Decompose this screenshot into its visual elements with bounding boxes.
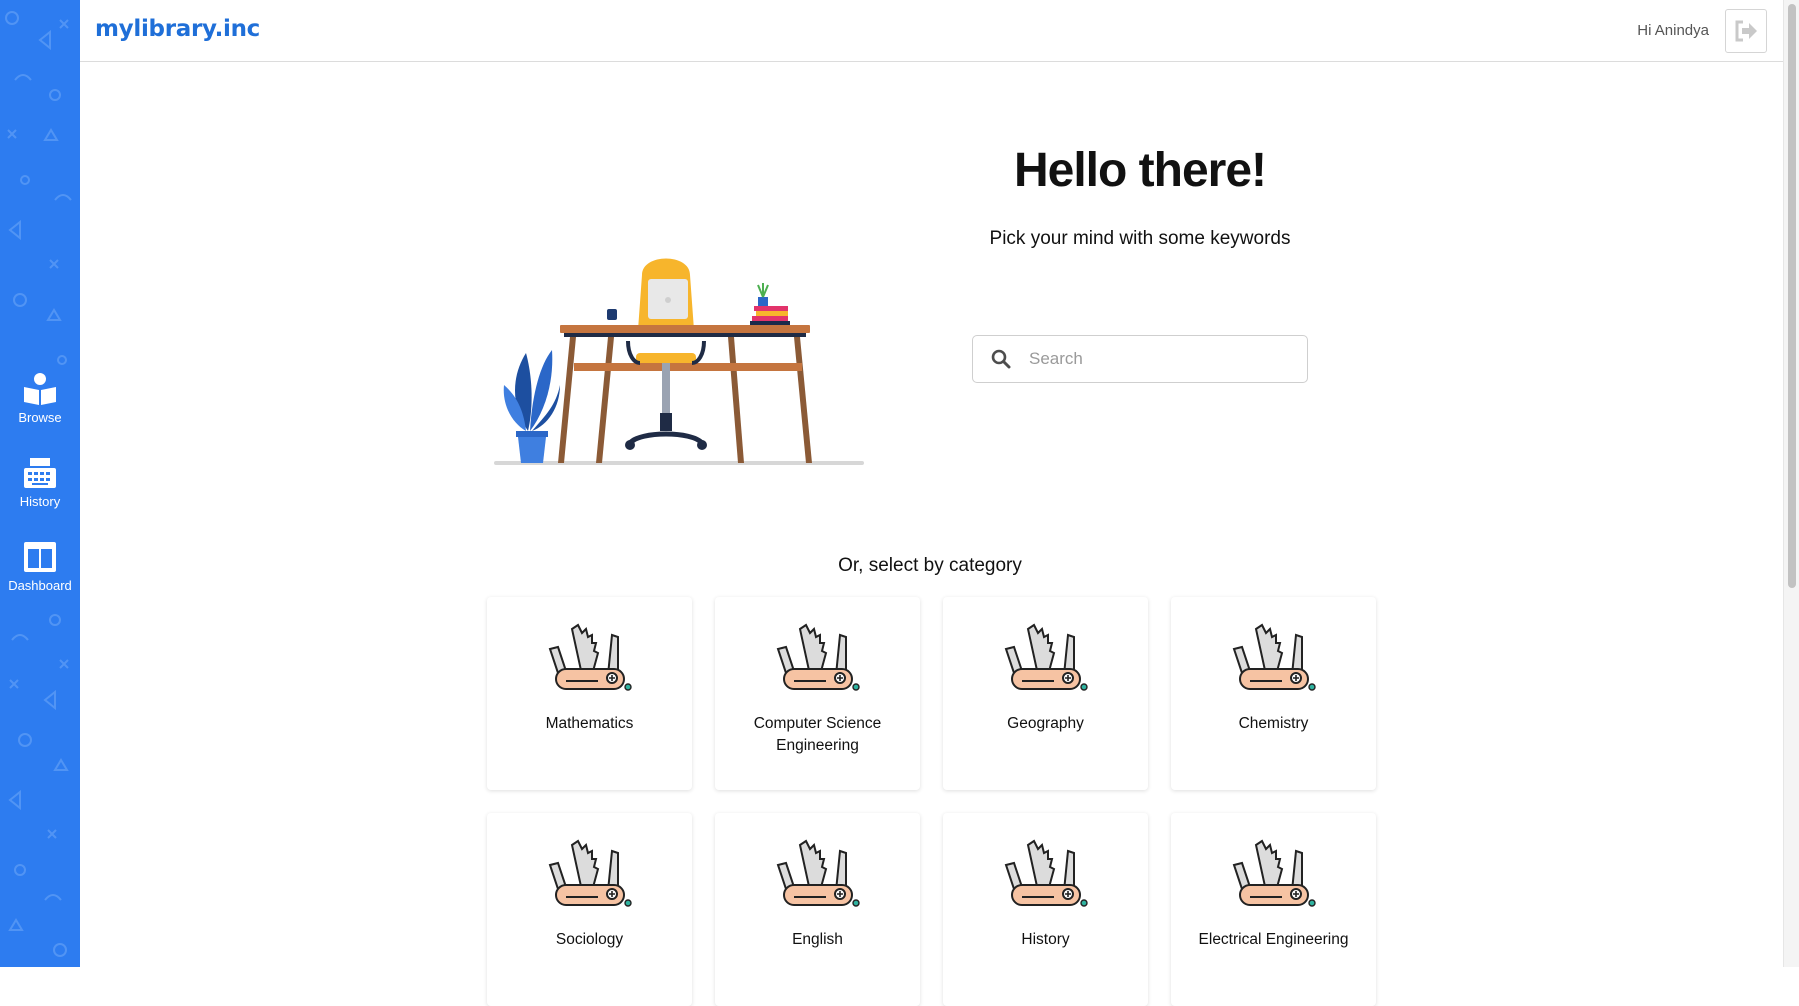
- category-card-label: Sociology: [555, 931, 624, 948]
- top-header: mylibrary.inc Hi Anindya: [80, 0, 1783, 62]
- logout-button[interactable]: [1725, 9, 1767, 53]
- desk-illustration: [494, 258, 864, 465]
- search-input[interactable]: [1029, 349, 1289, 369]
- category-card[interactable]: History: [943, 813, 1148, 1006]
- category-card-label: Computer Science Engineering: [753, 715, 882, 754]
- sidebar-item-label: History: [19, 494, 61, 509]
- multitool-knife-icon: [998, 835, 1094, 915]
- multitool-knife-icon: [542, 619, 638, 699]
- sign-out-icon: [1735, 20, 1757, 42]
- plant-icon: [503, 350, 560, 463]
- multitool-knife-icon: [998, 619, 1094, 699]
- category-card[interactable]: Sociology: [487, 813, 692, 1006]
- category-card[interactable]: Computer Science Engineering: [715, 597, 920, 790]
- search-icon: [991, 349, 1011, 369]
- category-card-label: Geography: [1007, 715, 1084, 732]
- multitool-knife-icon: [1226, 835, 1322, 915]
- page-subtitle: Pick your mind with some keywords: [989, 228, 1291, 249]
- multitool-knife-icon: [770, 835, 866, 915]
- category-card-label: History: [1021, 931, 1070, 948]
- sidebar-item-history[interactable]: History: [0, 456, 80, 509]
- category-card-label: English: [792, 931, 843, 948]
- scrollbar-thumb[interactable]: [1788, 4, 1796, 588]
- typewriter-icon: [24, 458, 56, 488]
- category-card[interactable]: Mathematics: [487, 597, 692, 790]
- category-card[interactable]: Electrical Engineering: [1171, 813, 1376, 1006]
- category-card-label: Mathematics: [545, 715, 634, 732]
- page-scrollbar[interactable]: [1783, 0, 1799, 967]
- category-card-label: Electrical Engineering: [1198, 931, 1349, 948]
- multitool-knife-icon: [1226, 619, 1322, 699]
- open-book-icon: [24, 373, 56, 405]
- page-title: Hello there!: [1013, 144, 1267, 197]
- category-card[interactable]: Chemistry: [1171, 597, 1376, 790]
- category-card-label: Chemistry: [1238, 715, 1309, 732]
- category-card[interactable]: Geography: [943, 597, 1148, 790]
- category-card[interactable]: English: [715, 813, 920, 1006]
- multitool-knife-icon: [770, 619, 866, 699]
- sidebar-item-label: Dashboard: [8, 578, 72, 593]
- brand-logo[interactable]: mylibrary.inc: [95, 16, 260, 42]
- sidebar-item-label: Browse: [18, 410, 62, 425]
- sidebar-item-dashboard[interactable]: Dashboard: [0, 540, 80, 593]
- sidebar: Browse History Dashboard: [0, 0, 80, 967]
- search-box[interactable]: [972, 335, 1308, 383]
- user-greeting: Hi Anindya: [1637, 22, 1709, 39]
- multitool-knife-icon: [542, 835, 638, 915]
- sidebar-item-browse[interactable]: Browse: [0, 372, 80, 425]
- category-section-title: Or, select by category: [838, 555, 1022, 576]
- dashboard-columns-icon: [24, 542, 56, 572]
